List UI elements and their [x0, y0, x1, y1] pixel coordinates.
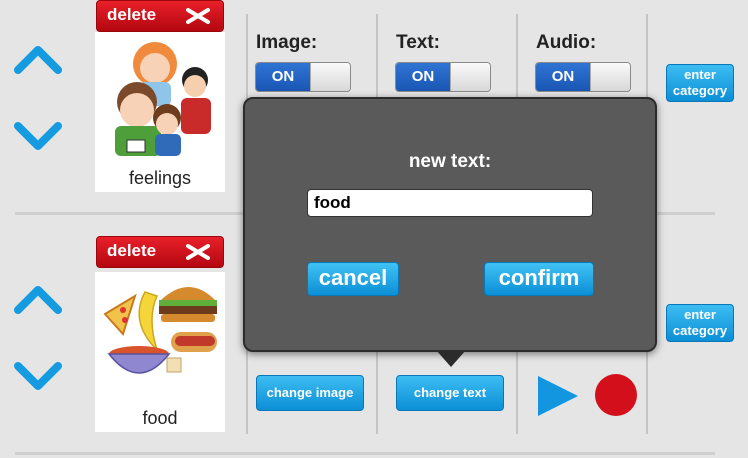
enter-category-button[interactable]: enter category	[666, 304, 734, 342]
delete-button[interactable]: delete	[96, 0, 224, 32]
toggle-knob	[310, 63, 350, 91]
close-icon	[186, 8, 210, 24]
close-icon	[186, 244, 210, 260]
toggle-on-label: ON	[256, 63, 310, 91]
card-label: food	[142, 408, 178, 428]
toggle-knob	[450, 63, 490, 91]
dialog-pointer	[436, 350, 466, 367]
move-down-button[interactable]	[14, 360, 62, 392]
toggle-on-label: ON	[536, 63, 590, 91]
row-divider	[15, 452, 715, 455]
image-setting-label: Image:	[256, 32, 318, 53]
delete-button[interactable]: delete	[96, 236, 224, 268]
image-toggle[interactable]: ON	[255, 62, 351, 92]
confirm-button[interactable]: confirm	[484, 262, 594, 296]
text-setting-label: Text:	[396, 32, 440, 53]
new-text-dialog: new text: cancel confirm	[243, 97, 657, 352]
category-card[interactable]: feelings	[95, 32, 225, 192]
toggle-on-label: ON	[396, 63, 450, 91]
move-up-button[interactable]	[14, 42, 62, 74]
dialog-title: new text:	[408, 151, 492, 172]
delete-label: delete	[107, 5, 157, 24]
chevron-up-icon	[14, 46, 62, 74]
new-text-input[interactable]	[307, 189, 593, 217]
change-text-button[interactable]: change text	[396, 375, 504, 411]
move-up-button[interactable]	[14, 282, 62, 314]
record-icon	[595, 374, 637, 416]
record-button[interactable]	[594, 373, 638, 422]
enter-category-button[interactable]: enter category	[666, 64, 734, 102]
play-button[interactable]	[536, 374, 580, 423]
text-toggle[interactable]: ON	[395, 62, 491, 92]
delete-label: delete	[107, 241, 157, 260]
move-down-button[interactable]	[14, 120, 62, 152]
audio-toggle[interactable]: ON	[535, 62, 631, 92]
change-image-button[interactable]: change image	[256, 375, 364, 411]
feelings-picture	[115, 42, 211, 156]
chevron-down-icon	[14, 122, 62, 150]
category-card[interactable]: food	[95, 272, 225, 432]
toggle-knob	[590, 63, 630, 91]
audio-setting-label: Audio:	[536, 32, 597, 53]
chevron-up-icon	[14, 286, 62, 314]
cancel-button[interactable]: cancel	[307, 262, 399, 296]
chevron-down-icon	[14, 362, 62, 390]
food-picture	[103, 287, 217, 374]
play-icon	[538, 376, 578, 416]
card-label: feelings	[128, 168, 192, 188]
